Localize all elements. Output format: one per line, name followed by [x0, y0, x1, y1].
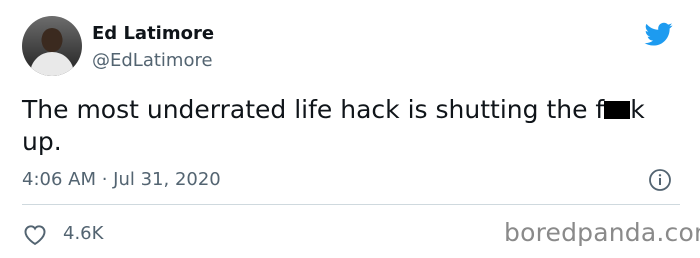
info-icon[interactable]	[648, 168, 672, 192]
avatar-shoulders	[30, 52, 74, 76]
tweet-text: The most underrated life hack is shuttin…	[22, 94, 672, 158]
like-count: 4.6K	[63, 223, 104, 244]
author-handle[interactable]: @EdLatimore	[92, 50, 213, 72]
tweet-timestamp[interactable]: 4:06 AM · Jul 31, 2020	[22, 168, 221, 192]
heart-icon[interactable]	[22, 222, 48, 246]
twitter-bird-icon[interactable]	[643, 20, 675, 48]
author-name[interactable]: Ed Latimore	[92, 23, 214, 45]
tweet-text-start: The most underrated life hack is shuttin…	[22, 95, 605, 124]
divider	[22, 204, 680, 205]
censor-bar	[604, 101, 631, 119]
watermark: boredpanda.com	[504, 218, 700, 247]
avatar-face	[42, 28, 62, 52]
avatar[interactable]	[22, 16, 82, 76]
